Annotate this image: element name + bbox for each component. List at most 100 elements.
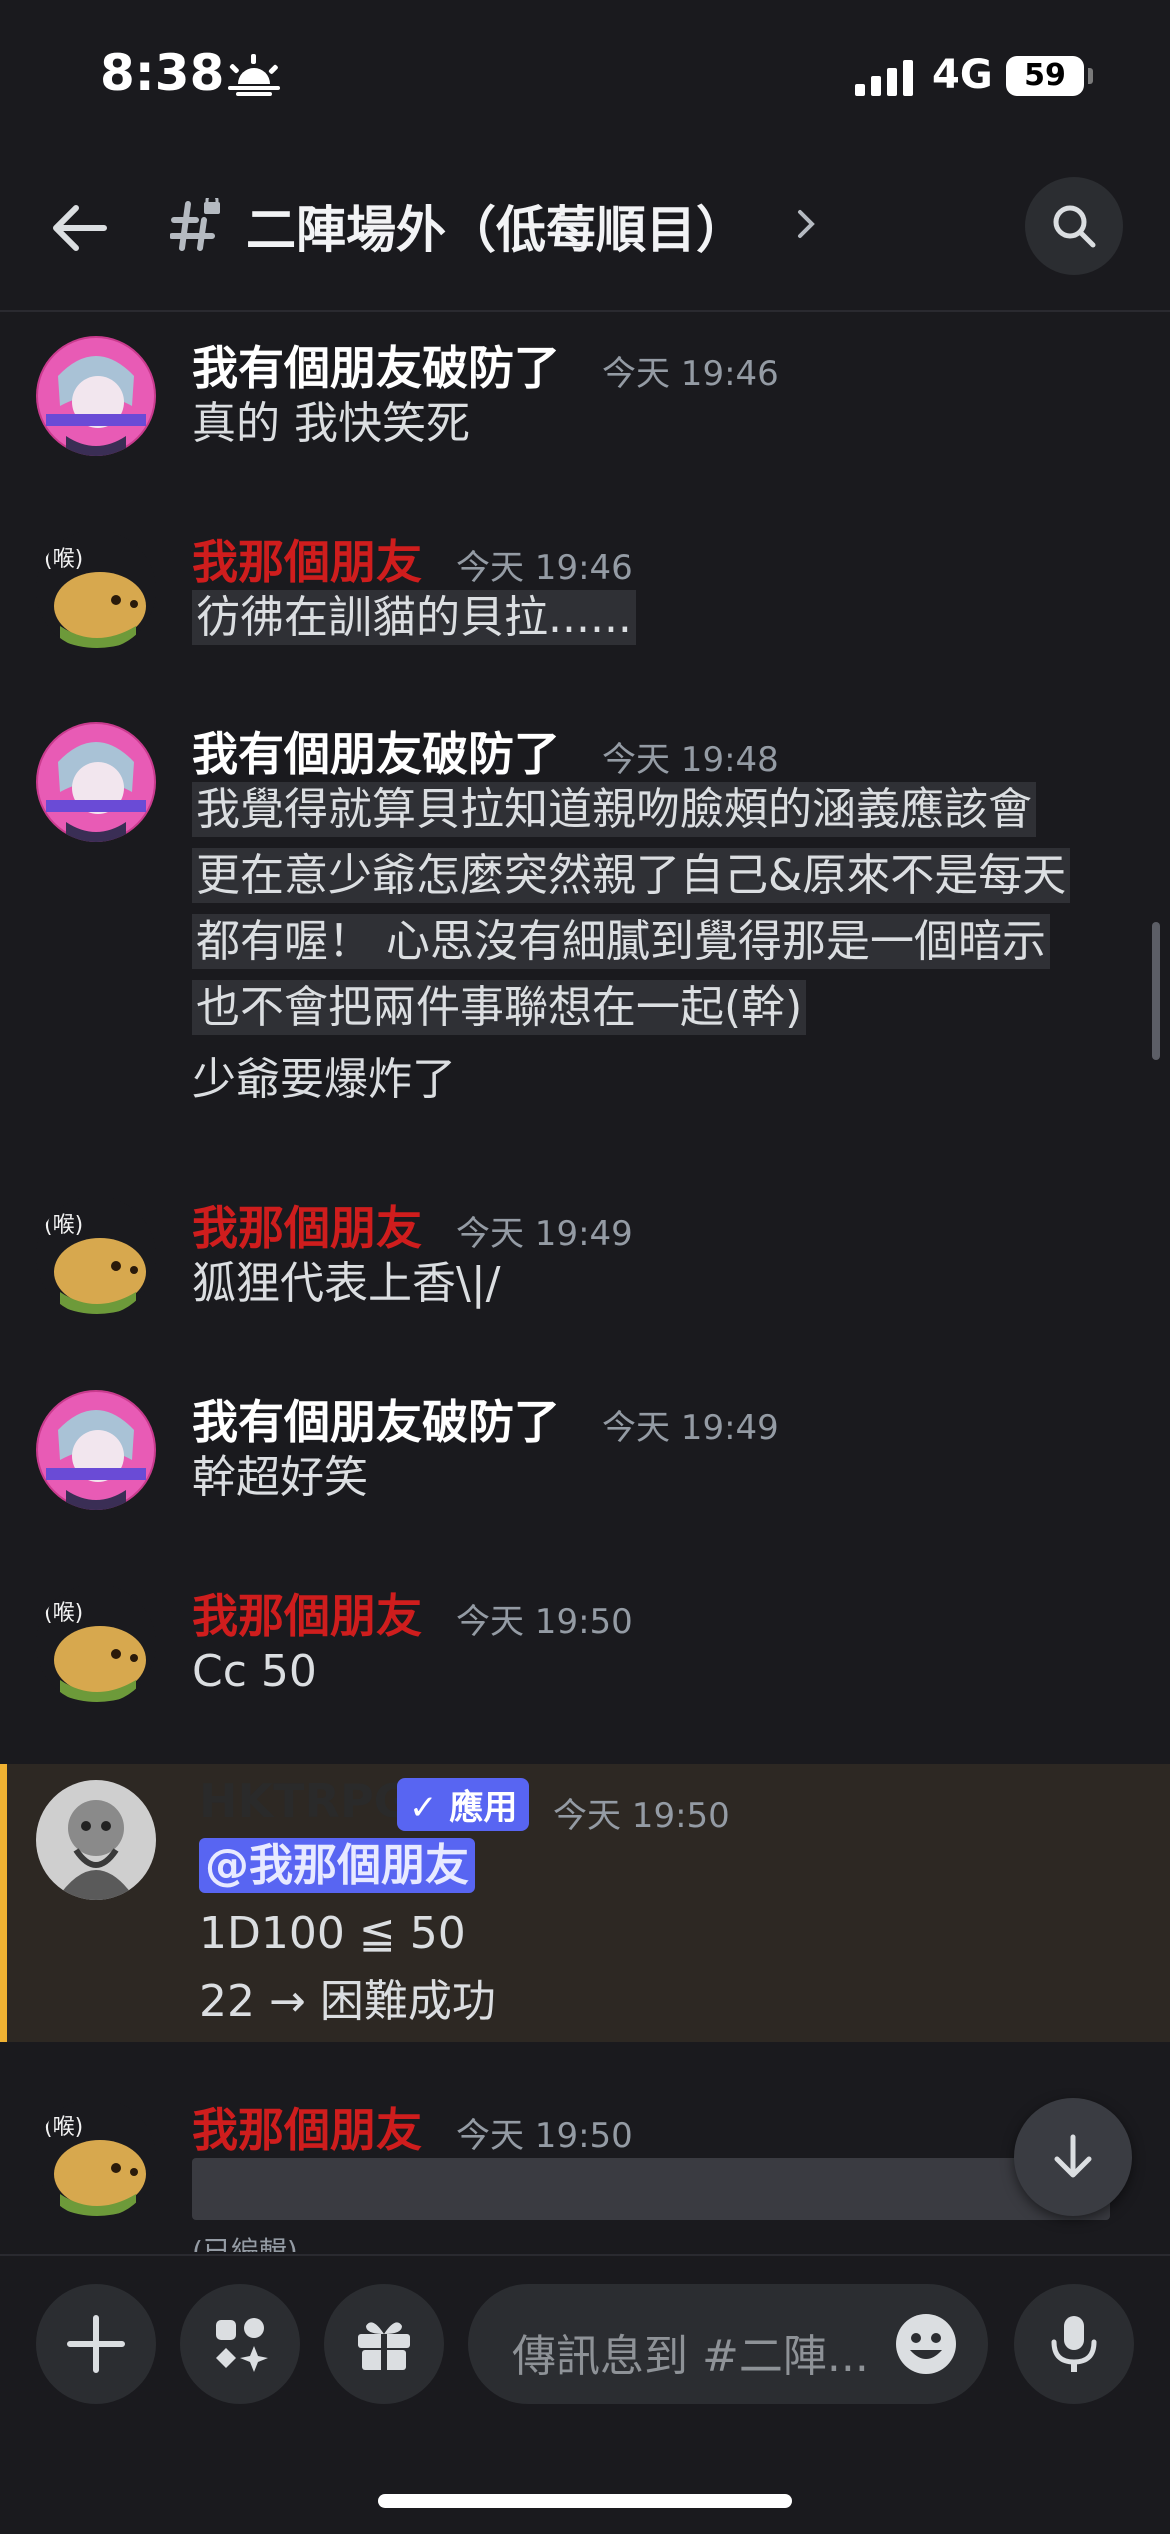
timestamp: 今天 19:50 [456,2116,633,2156]
app-badge-label: 應用 [449,1788,518,1828]
username[interactable]: 我那個朋友 [192,1580,422,1646]
message-item[interactable]: 我有個朋友破防了 今天 19:49 幹超好笑 [0,1386,1170,1556]
message-text: 也不會把兩件事聯想在一起(幹) [192,978,807,1038]
network-type: 4G [932,52,993,98]
message-text: 幹超好笑 [192,1452,368,1503]
message-composer: 傳訊息到 #二陣... [0,2254,1170,2534]
battery-tip [1088,68,1093,84]
message-text: Cc 50 [192,1646,317,1697]
avatar[interactable] [36,1780,156,1900]
check-icon: ✓ [409,1788,438,1828]
message-text-content: 我覺得就算貝拉知道親吻臉頰的涵義應該會 [192,782,1036,837]
message-text: 狐狸代表上香\|/ [192,1258,501,1309]
timestamp: 今天 19:49 [456,1214,633,1254]
message-text: 彷彿在訓貓的貝拉...... [192,588,636,648]
message-item[interactable]: (喉) 我那個朋友 今天 19:50 Cc 50 [0,1580,1170,1750]
channel-header: 二陣場外（低莓順目） [0,150,1170,312]
cat-avatar-image: (喉) [36,2098,156,2218]
message-list[interactable]: 我有個朋友破防了 今天 19:46 真的 我快笑死 (喉) 我那個朋友 今天 1… [0,312,1170,2252]
timestamp: 今天 19:50 [553,1796,730,1836]
username[interactable]: 我那個朋友 [192,1192,422,1258]
message-text-content: 都有喔！ 心思沒有細膩到覺得那是一個暗示 [192,914,1050,969]
message-text: 都有喔！ 心思沒有細膩到覺得那是一個暗示 [192,912,1050,972]
battery-icon: 59 [1006,56,1084,96]
search-icon [1053,205,1096,248]
channel-hash-icon [170,198,220,251]
app-badge: ✓ 應用 [397,1778,530,1831]
timestamp: 今天 19:49 [602,1408,779,1448]
add-attachment-button[interactable] [36,2284,156,2404]
message-text: 1D100 ≦ 50 [199,1908,466,1959]
avatar[interactable]: (喉) [36,530,156,650]
sunset-icon [228,54,280,96]
username[interactable]: 我有個朋友破防了 [192,332,560,398]
message-text: 我覺得就算貝拉知道親吻臉頰的涵義應該會 [192,780,1036,840]
message-item-app-highlighted[interactable]: HKTRPG ✓ 應用 今天 19:50 @我那個朋友 1D100 ≦ 50 2… [0,1764,1170,2042]
back-arrow-icon[interactable] [48,196,112,260]
message-text: 更在意少爺怎麼突然親了自己&原來不是每天 [192,846,1071,906]
scrollbar-thumb[interactable] [1152,922,1160,1060]
username[interactable]: 我那個朋友 [192,2094,422,2160]
username[interactable]: 我那個朋友 [192,526,422,592]
message-text-content: 更在意少爺怎麼突然親了自己&原來不是每天 [192,848,1071,903]
message-input[interactable]: 傳訊息到 #二陣... [468,2284,988,2404]
cat-avatar-image: (喉) [36,530,156,650]
user-mention[interactable]: @我那個朋友 [199,1838,475,1893]
anime-avatar-image [36,1390,156,1510]
gift-button[interactable] [324,2284,444,2404]
cat-avatar-image: (喉) [36,1196,156,1316]
cat-avatar-image: (喉) [36,1584,156,1704]
message-item[interactable]: (喉) 我那個朋友 今天 19:50 (已編輯) [0,2094,1170,2252]
message-text-content: 也不會把兩件事聯想在一起(幹) [192,980,807,1035]
status-bar: 8:38 4G 59 [0,0,1170,150]
message-item[interactable]: 我有個朋友破防了 今天 19:48 我覺得就算貝拉知道親吻臉頰的涵義應該會 更在… [0,718,1170,1148]
username[interactable]: 我有個朋友破防了 [192,718,560,784]
bot-avatar-image [36,1780,156,1900]
edited-label: (已編輯) [192,2235,298,2252]
message-text: 22 → 困難成功 [199,1976,496,2027]
message-item[interactable]: (喉) 我那個朋友 今天 19:49 狐狸代表上香\|/ [0,1192,1170,1362]
svg-text:(喉): (喉) [44,1601,83,1626]
plus-icon [67,2315,125,2373]
timestamp: 今天 19:50 [456,1602,633,1642]
username[interactable]: 我有個朋友破防了 [192,1386,560,1452]
jump-to-latest-button[interactable] [1014,2098,1132,2216]
anime-avatar-image [36,722,156,842]
message-text: 少爺要爆炸了 [192,1054,456,1105]
avatar[interactable] [36,722,156,842]
message-text-content: 彷彿在訓貓的貝拉...... [192,590,636,645]
spoiler-block[interactable] [192,2158,1110,2220]
timestamp: 今天 19:46 [602,354,779,394]
svg-text:(喉): (喉) [44,1213,83,1238]
avatar[interactable] [36,1390,156,1510]
message-input-placeholder: 傳訊息到 #二陣... [512,2331,869,2382]
status-time: 8:38 [100,44,225,102]
message-item[interactable]: 我有個朋友破防了 今天 19:46 真的 我快笑死 [0,332,1170,492]
svg-text:(喉): (喉) [44,2115,83,2140]
gift-icon [358,2322,410,2370]
battery-level: 59 [1024,58,1066,93]
timestamp: 今天 19:46 [456,548,633,588]
avatar[interactable]: (喉) [36,1584,156,1704]
cellular-signal-icon [855,60,913,96]
apps-icon [216,2318,268,2372]
avatar[interactable]: (喉) [36,1196,156,1316]
message-text: @我那個朋友 [199,1836,475,1896]
apps-button[interactable] [180,2284,300,2404]
chevron-right-icon[interactable] [796,208,818,240]
svg-text:(喉): (喉) [44,547,83,572]
anime-avatar-image [36,336,156,456]
arrow-down-icon [1054,2134,1092,2178]
message-text: 真的 我快笑死 [192,398,470,449]
search-button[interactable] [1025,177,1123,275]
timestamp: 今天 19:48 [602,740,779,780]
avatar[interactable]: (喉) [36,2098,156,2218]
avatar[interactable] [36,336,156,456]
channel-title[interactable]: 二陣場外（低莓順目） [246,190,746,262]
microphone-icon [1051,2316,1097,2372]
username[interactable]: HKTRPG [199,1774,411,1828]
emoji-icon[interactable] [894,2312,958,2376]
message-item[interactable]: (喉) 我那個朋友 今天 19:46 彷彿在訓貓的貝拉...... [0,526,1170,696]
home-indicator [378,2494,792,2508]
voice-message-button[interactable] [1014,2284,1134,2404]
